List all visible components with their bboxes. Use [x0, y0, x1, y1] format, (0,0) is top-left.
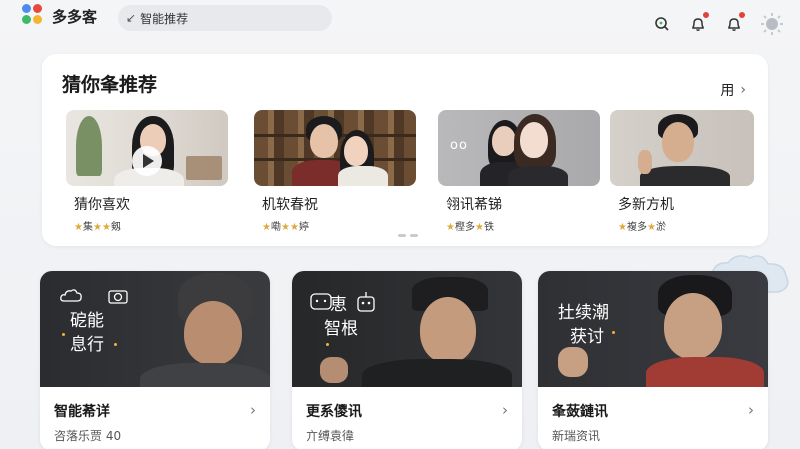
rec-card-title: 多新方机 — [618, 197, 674, 213]
play-icon[interactable] — [132, 146, 162, 176]
rec-card-rating: ★樫多★铁 — [446, 222, 494, 233]
app-logo-icon[interactable] — [22, 4, 44, 26]
avatar[interactable] — [760, 12, 784, 36]
cloud-doodle-icon — [60, 287, 82, 309]
rec-card-rating: ★集★★剱 — [74, 222, 121, 233]
rec-thumbnail — [610, 110, 754, 186]
feature-subtitle: 新瑞资讯 — [552, 429, 601, 443]
rec-card-rating: ★嘞★★婷 — [262, 222, 309, 233]
notification-dot — [703, 12, 709, 18]
top-bar: 多多客 ↙ 智能推荐 — [0, 0, 800, 38]
feature-title: 夆蔹鏈讯 — [552, 404, 608, 420]
feature-card[interactable]: 恵 智根 更系儍讯 亣缚袁徫 › — [292, 271, 522, 449]
rec-thumbnail — [254, 110, 416, 186]
rec-card[interactable]: oo 翎讯莃锑 ★樫多★铁 — [438, 110, 600, 233]
chevron-right-icon: › — [740, 82, 746, 98]
search-bar[interactable]: ↙ 智能推荐 — [118, 5, 332, 31]
feature-image: 砨能 息行 — [40, 271, 270, 387]
robot-doodle-icon — [356, 291, 376, 317]
feature-image: 扗续潮 获讨 — [538, 271, 768, 387]
carousel-pagination[interactable] — [398, 234, 418, 237]
rec-card-rating: ★複多★淤 — [618, 222, 666, 233]
feature-card[interactable]: 砨能 息行 智能莃详 咨落乐贾 40 › — [40, 271, 270, 449]
feature-subtitle: 咨落乐贾 40 — [54, 429, 122, 443]
chevron-right-icon[interactable]: › — [250, 401, 256, 419]
feature-image: 恵 智根 — [292, 271, 522, 387]
app-title: 多多客 — [52, 8, 98, 26]
notification-dot — [739, 12, 745, 18]
rec-card[interactable]: 猜你喜欢 ★集★★剱 — [66, 110, 228, 233]
rec-card-title: 翎讯莃锑 — [446, 197, 502, 213]
rec-card-title: 猜你喜欢 — [74, 197, 130, 213]
arrow-icon: ↙ — [126, 11, 137, 25]
rec-thumbnail: oo — [438, 110, 600, 186]
notification-bell-icon[interactable] — [724, 12, 745, 34]
feature-title: 更系儍讯 — [306, 404, 362, 420]
chevron-right-icon[interactable]: › — [502, 401, 508, 419]
camera-doodle-icon — [108, 287, 128, 309]
search-text: 智能推荐 — [140, 11, 189, 26]
panel-title: 猜你夆推荐 — [62, 74, 158, 96]
rec-card-title: 机软春祝 — [262, 197, 318, 213]
face-doodle-icon — [310, 291, 332, 315]
panel-more-link[interactable]: 用 › — [720, 80, 746, 100]
feature-overlay-text: 扗续潮 获讨 — [558, 303, 609, 347]
feature-card[interactable]: 扗续潮 获讨 夆蔹鏈讯 新瑞资讯 › — [538, 271, 768, 449]
chevron-right-icon[interactable]: › — [748, 401, 754, 419]
search-icon[interactable] — [652, 14, 672, 34]
feature-subtitle: 亣缚袁徫 — [306, 429, 355, 443]
rec-card[interactable]: 机软春祝 ★嘞★★婷 — [254, 110, 416, 233]
feature-title: 智能莃详 — [54, 404, 110, 420]
more-label: 用 — [720, 83, 735, 99]
rec-card[interactable]: 多新方机 ★複多★淤 — [610, 110, 754, 233]
recommendation-panel: 猜你夆推荐 用 › 猜你喜欢 ★集★★剱 机软春祝 ★嘞★★婷 oo 翎讯莃锑 … — [42, 54, 768, 246]
rec-thumbnail — [66, 110, 228, 186]
feature-overlay-text: 恵 智根 — [324, 295, 358, 339]
feature-overlay-text: 砨能 息行 — [70, 311, 104, 355]
bell-icon[interactable] — [688, 12, 709, 34]
